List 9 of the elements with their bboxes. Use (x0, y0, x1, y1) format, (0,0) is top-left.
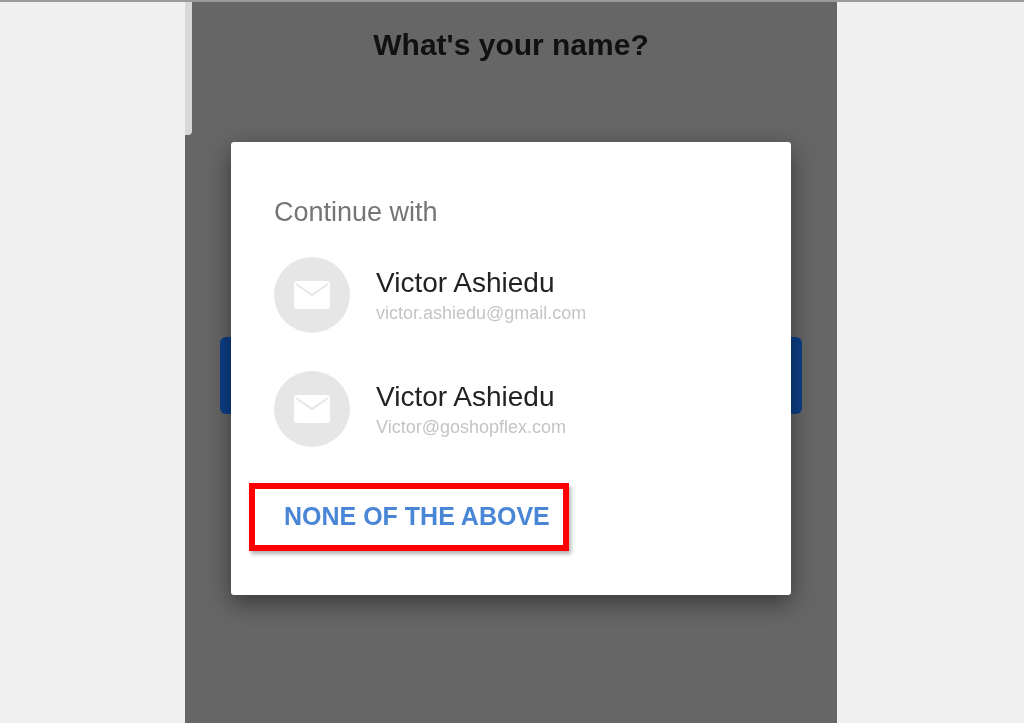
page-title: What's your name? (373, 27, 649, 63)
account-item[interactable]: Victor Ashiedu victor.ashiedu@gmail.com (274, 256, 791, 333)
account-name: Victor Ashiedu (376, 265, 556, 300)
none-of-the-above-button[interactable]: NONE OF THE ABOVE (249, 482, 569, 551)
account-email: Victor@goshopflex.com (376, 415, 567, 439)
account-email: victor.ashiedu@gmail.com (376, 301, 587, 325)
dialog-title: Continue with (274, 196, 439, 229)
account-item[interactable]: Victor Ashiedu Victor@goshopflex.com (274, 370, 791, 447)
account-name: Victor Ashiedu (376, 379, 556, 414)
